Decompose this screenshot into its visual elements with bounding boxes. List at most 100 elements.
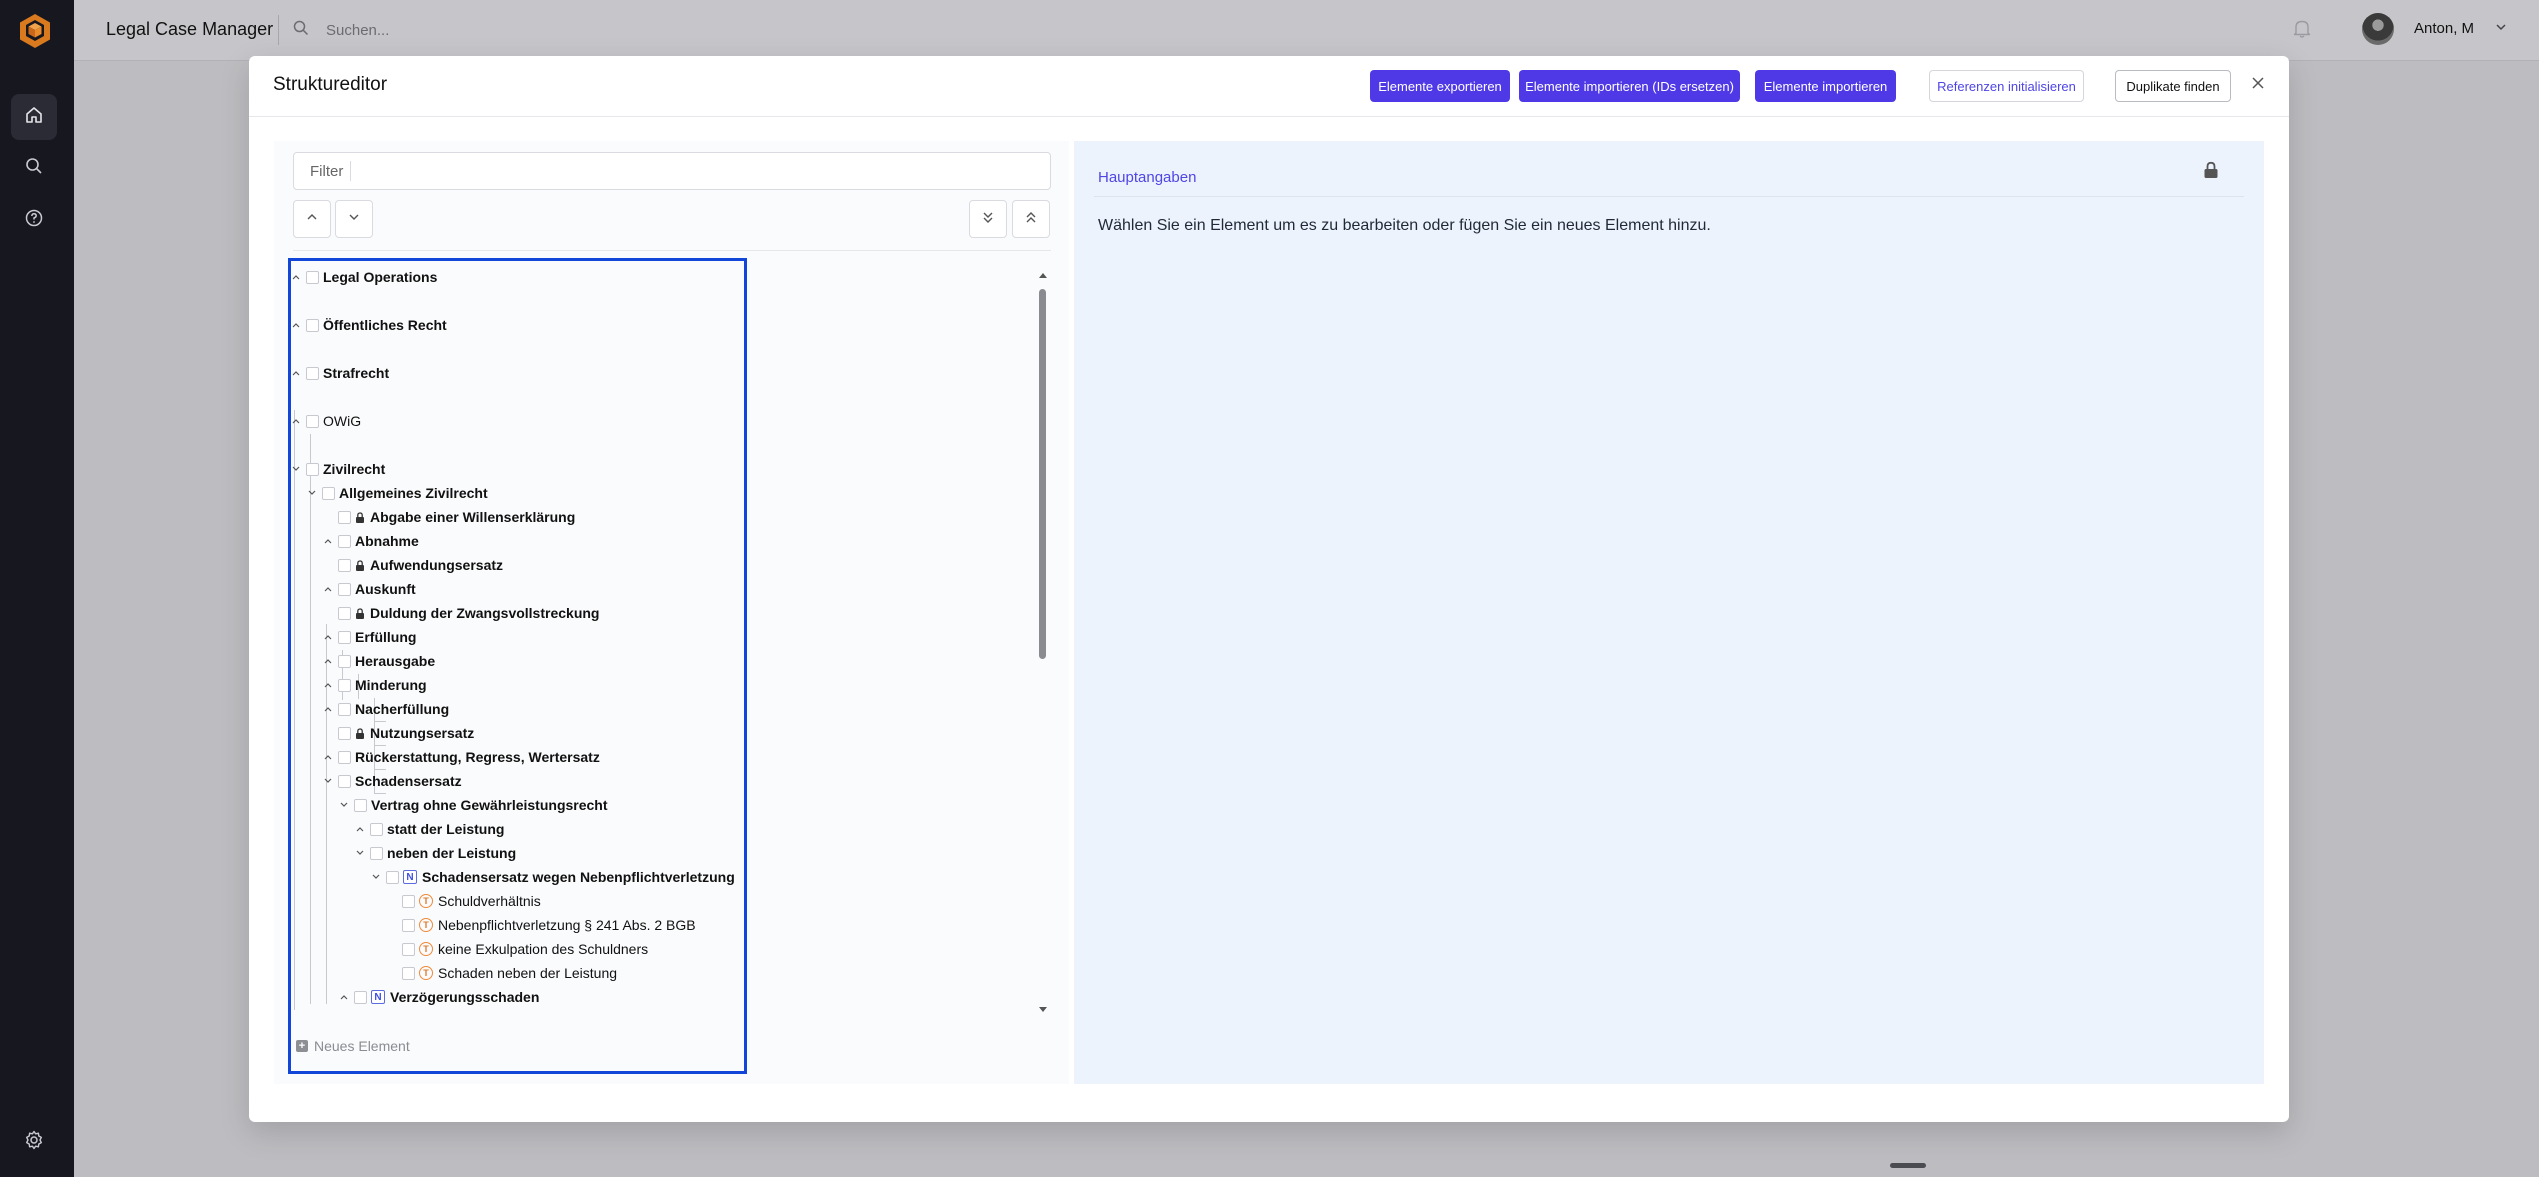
avatar[interactable] bbox=[2362, 13, 2394, 45]
tree-item[interactable]: Minderung bbox=[322, 673, 427, 697]
tree-item[interactable]: N Verzögerungsschaden bbox=[338, 985, 539, 1009]
tree-checkbox[interactable] bbox=[338, 534, 351, 548]
tree-item[interactable]: Allgemeines Zivilrecht bbox=[306, 481, 488, 505]
tree-checkbox[interactable] bbox=[322, 486, 335, 500]
tree-checkbox[interactable] bbox=[386, 870, 399, 884]
chevron-down-icon[interactable] bbox=[354, 849, 366, 857]
chevron-up-icon[interactable] bbox=[322, 753, 334, 761]
tree-item[interactable]: Legal Operations bbox=[290, 265, 437, 289]
tree-item[interactable]: Abgabe einer Willenserklärung bbox=[322, 505, 575, 529]
tree-item[interactable]: N Schadensersatz wegen Nebenpflichtverle… bbox=[370, 865, 735, 889]
tree-item[interactable]: Auskunft bbox=[322, 577, 416, 601]
tree-checkbox[interactable] bbox=[338, 510, 351, 524]
tree-checkbox[interactable] bbox=[370, 822, 383, 836]
tree-checkbox[interactable] bbox=[338, 558, 351, 572]
tree-item[interactable]: Nutzungsersatz bbox=[322, 721, 474, 745]
tree-item[interactable]: Rückerstattung, Regress, Wertersatz bbox=[322, 745, 600, 769]
tree-item[interactable]: Erfüllung bbox=[322, 625, 416, 649]
tree-checkbox[interactable] bbox=[306, 366, 319, 380]
chevron-down-icon[interactable] bbox=[290, 465, 302, 473]
tree-checkbox[interactable] bbox=[338, 582, 351, 596]
tree-item[interactable]: Abnahme bbox=[322, 529, 419, 553]
tree-checkbox[interactable] bbox=[306, 462, 319, 476]
tree-item[interactable]: Zivilrecht bbox=[290, 457, 385, 481]
move-up-button[interactable] bbox=[293, 200, 331, 238]
tree-checkbox[interactable] bbox=[402, 918, 415, 932]
nav-search[interactable] bbox=[11, 145, 57, 191]
chevron-up-icon[interactable] bbox=[290, 321, 302, 329]
tree-item[interactable]: T Nebenpflichtverletzung § 241 Abs. 2 BG… bbox=[386, 913, 696, 937]
collapse-all-button[interactable] bbox=[1012, 200, 1050, 238]
nav-settings[interactable] bbox=[11, 1119, 57, 1165]
expand-all-button[interactable] bbox=[969, 200, 1007, 238]
nav-home[interactable] bbox=[11, 94, 57, 140]
chevron-down-icon[interactable] bbox=[338, 801, 350, 809]
tree-item[interactable]: T Schuldverhältnis bbox=[386, 889, 541, 913]
new-element-button[interactable]: + Neues Element bbox=[296, 1038, 410, 1054]
tree-checkbox[interactable] bbox=[402, 966, 415, 980]
tree-item[interactable]: Schadensersatz bbox=[322, 769, 462, 793]
tree-checkbox[interactable] bbox=[306, 318, 319, 332]
filter-field[interactable] bbox=[293, 152, 1051, 190]
chevron-up-icon[interactable] bbox=[290, 273, 302, 281]
user-name[interactable]: Anton, M bbox=[2414, 20, 2474, 37]
chevron-down-icon[interactable] bbox=[370, 873, 382, 881]
tree-view[interactable]: Legal Operations Öffentliches Recht Stra… bbox=[290, 261, 1027, 1018]
tree-item[interactable]: Herausgabe bbox=[322, 649, 435, 673]
chevron-down-icon[interactable] bbox=[306, 489, 318, 497]
chevron-up-icon[interactable] bbox=[290, 417, 302, 425]
tree-checkbox[interactable] bbox=[338, 726, 351, 740]
chevron-up-icon[interactable] bbox=[322, 705, 334, 713]
chevron-up-icon[interactable] bbox=[338, 993, 350, 1001]
tree-item[interactable]: Nacherfüllung bbox=[322, 697, 449, 721]
tree-item[interactable]: Vertrag ohne Gewährleistungsrecht bbox=[338, 793, 608, 817]
tree-item[interactable]: Öffentliches Recht bbox=[290, 313, 447, 337]
tree-checkbox[interactable] bbox=[402, 942, 415, 956]
tree-checkbox[interactable] bbox=[306, 414, 319, 428]
chevron-up-icon[interactable] bbox=[322, 537, 334, 545]
init-references-button[interactable]: Referenzen initialisieren bbox=[1929, 70, 2084, 102]
tree-checkbox[interactable] bbox=[338, 606, 351, 620]
tree-checkbox[interactable] bbox=[306, 270, 319, 284]
chevron-up-icon[interactable] bbox=[322, 657, 334, 665]
tree-checkbox[interactable] bbox=[370, 846, 383, 860]
tree-checkbox[interactable] bbox=[338, 678, 351, 692]
filter-input[interactable] bbox=[294, 153, 1050, 189]
tree-checkbox[interactable] bbox=[338, 774, 351, 788]
move-down-button[interactable] bbox=[335, 200, 373, 238]
export-button[interactable]: Elemente exportieren bbox=[1370, 70, 1510, 102]
tree-item[interactable]: OWiG bbox=[290, 409, 361, 433]
tree-checkbox[interactable] bbox=[354, 990, 367, 1004]
import-button[interactable]: Elemente importieren bbox=[1755, 70, 1896, 102]
chevron-up-icon[interactable] bbox=[290, 369, 302, 377]
scroll-up-arrow-icon[interactable] bbox=[1038, 266, 1048, 284]
tree-checkbox[interactable] bbox=[354, 798, 367, 812]
scroll-down-arrow-icon[interactable] bbox=[1038, 1001, 1048, 1019]
global-search-input[interactable] bbox=[324, 16, 728, 44]
nav-help[interactable] bbox=[11, 197, 57, 243]
tree-item[interactable]: Aufwendungsersatz bbox=[322, 553, 503, 577]
tree-checkbox[interactable] bbox=[338, 702, 351, 716]
tree-item[interactable]: statt der Leistung bbox=[354, 817, 504, 841]
tree-item[interactable]: Strafrecht bbox=[290, 361, 389, 385]
app-logo-icon[interactable] bbox=[15, 11, 55, 51]
import-replace-ids-button[interactable]: Elemente importieren (IDs ersetzen) bbox=[1519, 70, 1740, 102]
tree-item[interactable]: Duldung der Zwangsvollstreckung bbox=[322, 601, 599, 625]
scrollbar-thumb[interactable] bbox=[1039, 289, 1046, 659]
close-icon[interactable] bbox=[2251, 76, 2265, 95]
chevron-down-icon[interactable] bbox=[322, 777, 334, 785]
tree-item[interactable]: neben der Leistung bbox=[354, 841, 516, 865]
lock-icon[interactable] bbox=[2203, 161, 2219, 184]
bell-icon[interactable] bbox=[2292, 17, 2312, 44]
chevron-down-icon[interactable] bbox=[2494, 20, 2508, 39]
tree-item[interactable]: T Schaden neben der Leistung bbox=[386, 961, 617, 985]
chevron-up-icon[interactable] bbox=[322, 585, 334, 593]
find-duplicates-button[interactable]: Duplikate finden bbox=[2115, 70, 2231, 102]
chevron-up-icon[interactable] bbox=[322, 681, 334, 689]
tree-checkbox[interactable] bbox=[402, 894, 415, 908]
tree-checkbox[interactable] bbox=[338, 630, 351, 644]
tree-item[interactable]: T keine Exkulpation des Schuldners bbox=[386, 937, 648, 961]
chevron-up-icon[interactable] bbox=[354, 825, 366, 833]
tree-checkbox[interactable] bbox=[338, 750, 351, 764]
tree-checkbox[interactable] bbox=[338, 654, 351, 668]
